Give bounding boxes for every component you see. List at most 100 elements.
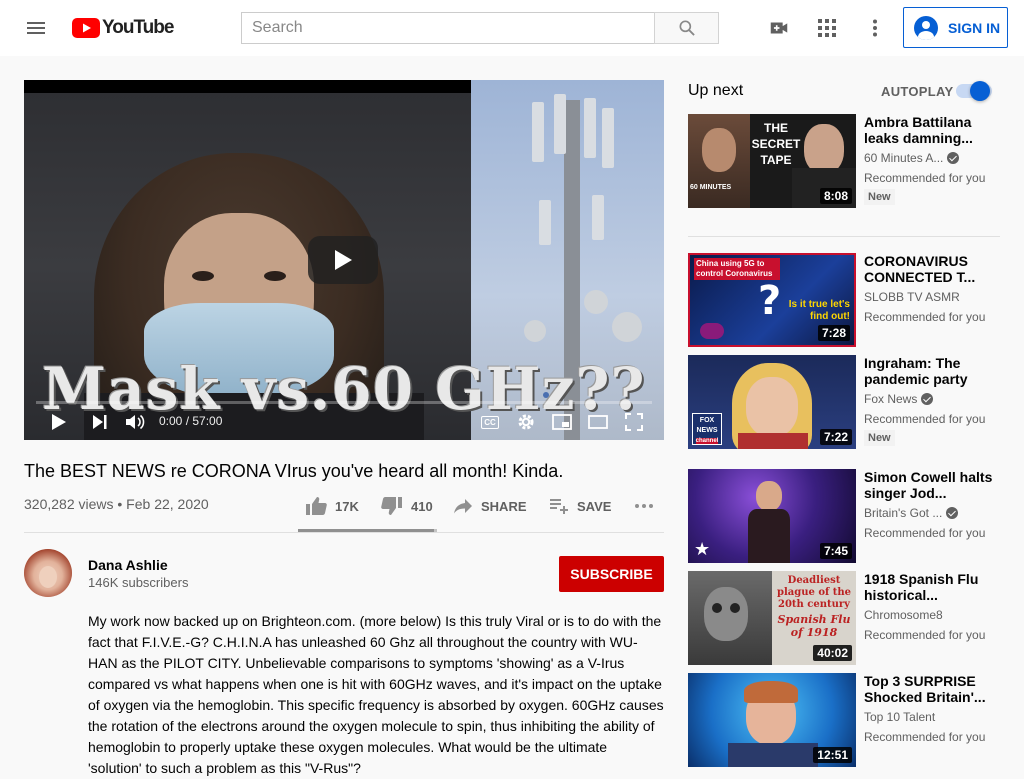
miniplayer-button[interactable] bbox=[550, 410, 574, 434]
play-button[interactable] bbox=[47, 410, 71, 434]
subscribe-button[interactable]: SUBSCRIBE bbox=[559, 556, 664, 592]
share-icon bbox=[454, 499, 472, 514]
search-input[interactable]: Search bbox=[241, 12, 655, 44]
save-button[interactable]: SAVE bbox=[549, 494, 611, 518]
channel-name[interactable]: Dana Ashlie bbox=[88, 557, 168, 573]
channel-avatar[interactable] bbox=[24, 549, 72, 597]
subtitles-button[interactable]: CC bbox=[478, 410, 502, 434]
dislike-count: 410 bbox=[411, 498, 433, 514]
more-actions-button[interactable] bbox=[634, 494, 662, 518]
video-player[interactable]: Mask vs.60 GHz?? 0:00 / 57:00 CC bbox=[24, 80, 664, 440]
video-title: 1918 Spanish Flu historical... bbox=[864, 571, 979, 603]
share-label: SHARE bbox=[481, 498, 527, 514]
recommended-video[interactable]: Deadliest plague of the 20th century Spa… bbox=[688, 571, 1000, 665]
video-meta: Recommended for you bbox=[864, 728, 994, 746]
video-duration: 7:28 bbox=[817, 325, 850, 341]
recommended-label: Recommended for you bbox=[864, 526, 986, 540]
settings-menu-button[interactable] bbox=[855, 8, 895, 48]
play-icon bbox=[52, 414, 66, 430]
video-meta: Recommended for you New bbox=[864, 169, 994, 205]
apps-icon bbox=[818, 19, 836, 37]
youtube-logo[interactable]: YouTube bbox=[72, 17, 174, 38]
recommended-label: Recommended for you bbox=[864, 628, 986, 642]
like-count: 17K bbox=[335, 498, 359, 514]
video-title: Ingraham: The pandemic party bbox=[864, 355, 968, 387]
next-button[interactable] bbox=[88, 410, 112, 434]
video-duration: 12:51 bbox=[813, 747, 852, 763]
channel-name: SLOBB TV ASMR bbox=[864, 290, 960, 304]
settings-button[interactable] bbox=[514, 410, 538, 434]
video-title: Top 3 SURPRISE Shocked Britain'... bbox=[864, 673, 986, 705]
progress-scrubber[interactable] bbox=[543, 392, 549, 398]
apps-button[interactable] bbox=[807, 8, 847, 48]
video-meta: Recommended for you New bbox=[864, 410, 994, 446]
create-video-button[interactable] bbox=[759, 8, 799, 48]
video-meta: Recommended for you bbox=[864, 524, 994, 542]
video-duration: 8:08 bbox=[819, 188, 852, 204]
video-title: Ambra Battilana leaks damning... bbox=[864, 114, 973, 146]
thumb-up-icon bbox=[306, 497, 327, 515]
video-thumbnail: ★ 7:45 bbox=[688, 469, 856, 563]
subscriber-count: 146K subscribers bbox=[88, 575, 189, 590]
fox-news-logo: FOX NEWS channel bbox=[692, 413, 722, 445]
up-next-heading: Up next bbox=[688, 82, 744, 99]
video-title: The BEST NEWS re CORONA VIrus you've hea… bbox=[24, 461, 564, 481]
video-camera-icon bbox=[770, 22, 788, 34]
thumbnail-subtext: 60 MINUTES bbox=[690, 184, 732, 191]
recommended-video[interactable]: 12:51 Top 3 SURPRISE Shocked Britain'...… bbox=[688, 673, 1000, 767]
channel-name: Chromosome8 bbox=[864, 608, 943, 622]
channel-name: Top 10 Talent bbox=[864, 710, 935, 724]
logo-text: YouTube bbox=[102, 17, 174, 38]
more-horiz-icon bbox=[635, 504, 653, 508]
channel-name-text: SLOBB TV ASMR bbox=[864, 290, 960, 304]
large-play-button[interactable] bbox=[308, 236, 378, 284]
recommended-label: Recommended for you bbox=[864, 730, 986, 744]
verified-icon bbox=[921, 393, 934, 405]
fullscreen-icon bbox=[625, 413, 643, 431]
volume-icon bbox=[126, 414, 145, 430]
thumbnail-text: Deadliest plague of the 20th century bbox=[776, 575, 852, 610]
recommended-label: Recommended for you bbox=[864, 171, 986, 185]
video-meta: Recommended for you bbox=[864, 308, 994, 326]
sidebar-divider bbox=[688, 236, 1000, 237]
sign-in-button[interactable]: SIGN IN bbox=[903, 7, 1008, 48]
autoplay-toggle-knob bbox=[970, 81, 990, 101]
view-count-date: 320,282 views • Feb 22, 2020 bbox=[24, 496, 209, 512]
channel-name-text: 60 Minutes A... bbox=[864, 151, 944, 165]
miniplayer-icon bbox=[552, 414, 572, 430]
play-icon bbox=[335, 250, 352, 270]
thumbnail-text: THE SECRET TAPE bbox=[751, 121, 801, 167]
video-thumbnail: Deadliest plague of the 20th century Spa… bbox=[688, 571, 856, 665]
mute-button[interactable] bbox=[123, 410, 147, 434]
channel-name-text: Chromosome8 bbox=[864, 608, 943, 622]
thumbnail-subtext: Spanish Flu of 1918 bbox=[777, 613, 851, 639]
recommended-video[interactable]: ★ 7:45 Simon Cowell halts singer Jod... … bbox=[688, 469, 1000, 563]
menu-button[interactable] bbox=[16, 8, 56, 48]
dislike-button[interactable]: 410 bbox=[381, 494, 433, 518]
settings-icon bbox=[518, 414, 534, 430]
video-title: CORONAVIRUS CONNECTED T... bbox=[864, 253, 976, 285]
recommended-video[interactable]: FOX NEWS channel 7:22 Ingraham: The pande… bbox=[688, 355, 1000, 449]
video-duration: 7:22 bbox=[819, 429, 852, 445]
recommended-video[interactable]: China using 5G to control Coronavirus Is… bbox=[688, 253, 1000, 347]
youtube-logo-icon bbox=[72, 18, 100, 38]
thumbnail-subtext: Is it true let's find out! bbox=[788, 299, 850, 322]
video-thumbnail: China using 5G to control Coronavirus Is… bbox=[688, 253, 856, 347]
fullscreen-button[interactable] bbox=[622, 410, 646, 434]
video-meta: Recommended for you bbox=[864, 626, 994, 644]
video-thumbnail: THE SECRET TAPE 60 MINUTES 8:08 bbox=[688, 114, 856, 208]
player-controls: 0:00 / 57:00 CC bbox=[24, 404, 664, 440]
recommended-video[interactable]: THE SECRET TAPE 60 MINUTES 8:08 Ambra Ba… bbox=[688, 114, 1000, 208]
autoplay-toggle[interactable] bbox=[956, 81, 992, 101]
search-button[interactable] bbox=[654, 12, 719, 44]
video-title: Simon Cowell halts singer Jod... bbox=[864, 469, 993, 501]
cc-icon: CC bbox=[481, 415, 499, 429]
theater-mode-button[interactable] bbox=[586, 410, 610, 434]
video-description: My work now backed up on Brighteon.com. … bbox=[88, 613, 664, 776]
thumb-down-icon bbox=[381, 497, 402, 515]
new-badge: New bbox=[864, 189, 895, 205]
share-button[interactable]: SHARE bbox=[453, 494, 527, 518]
divider bbox=[24, 532, 664, 533]
like-button[interactable]: 17K bbox=[305, 494, 359, 518]
account-icon bbox=[914, 15, 938, 40]
